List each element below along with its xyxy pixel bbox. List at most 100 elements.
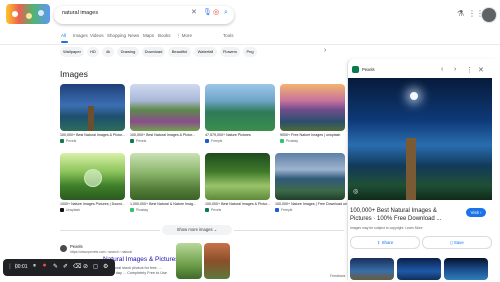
image-source-label: Pixabay	[136, 208, 149, 212]
image-caption[interactable]: 100,000+ Nature Images | Free Download o…	[275, 202, 347, 206]
shapes-icon[interactable]: ◻	[93, 263, 98, 270]
related-image[interactable]	[350, 258, 394, 280]
result-thumbnail[interactable]	[176, 243, 202, 279]
chip-waterfall[interactable]: Waterfall	[194, 47, 217, 57]
chip-wallpaper[interactable]: Wallpaper	[60, 47, 84, 57]
result-site-name[interactable]: Pexels	[70, 244, 83, 249]
image-source[interactable]: Freepik	[205, 139, 222, 144]
image-result[interactable]	[205, 153, 270, 200]
source-icon	[205, 208, 209, 213]
recording-timer: 00:01	[15, 264, 28, 270]
mic-icon[interactable]: 🎙	[203, 8, 212, 18]
image-source[interactable]: Pexels	[205, 208, 222, 213]
source-icon	[275, 208, 279, 213]
pause-icon[interactable]: ⏸	[33, 263, 36, 270]
feedback-link[interactable]: Feedback	[330, 274, 345, 278]
image-source-label: Pexels	[66, 139, 77, 143]
image-source-label: Pexels	[136, 139, 147, 143]
divider	[60, 230, 160, 231]
image-result[interactable]	[275, 153, 345, 200]
image-source[interactable]: Pexels	[130, 139, 147, 144]
source-icon	[60, 139, 64, 144]
image-source-label: Pexels	[211, 208, 222, 212]
show-more-images-button[interactable]: Show more images ⌄	[162, 225, 232, 235]
image-result[interactable]	[205, 84, 275, 131]
chip-4k[interactable]: 4k	[102, 47, 114, 57]
related-image[interactable]	[444, 258, 488, 280]
chevron-right-icon[interactable]: ›	[324, 47, 326, 54]
image-result[interactable]	[60, 84, 125, 131]
image-source[interactable]: Pexels	[60, 139, 77, 144]
chip-beautiful[interactable]: Beautiful	[168, 47, 191, 57]
chip-flowers[interactable]: Flowers	[220, 47, 240, 57]
brush-icon[interactable]: ✐	[63, 263, 68, 270]
show-more-label: Show more images	[176, 227, 213, 232]
pen-icon[interactable]: ✎	[53, 263, 58, 270]
result-thumbnail[interactable]	[204, 243, 230, 279]
settings-icon[interactable]: ⚙	[103, 263, 108, 270]
result-url[interactable]: https://www.pexels.com › search › natura…	[70, 250, 132, 254]
tab-all[interactable]: All	[61, 33, 66, 38]
image-source[interactable]: Freepik	[275, 208, 292, 213]
tools-button[interactable]: Tools	[223, 33, 234, 38]
tab-more[interactable]: ⋮ More	[176, 33, 192, 39]
visit-button[interactable]: Visit ›	[466, 208, 486, 217]
tab-shopping[interactable]: Shopping	[107, 33, 126, 38]
tab-maps[interactable]: Maps	[143, 33, 154, 38]
image-source[interactable]: Unsplash	[60, 208, 80, 213]
avatar[interactable]	[481, 7, 497, 23]
images-section-title: Images	[60, 69, 88, 79]
source-icon	[130, 208, 134, 213]
image-result[interactable]	[60, 153, 125, 200]
tab-more-label: More	[181, 33, 193, 38]
image-caption[interactable]: 47,579,000+ Nature Pictures	[205, 133, 271, 137]
image-source-label: Pixabay	[286, 139, 299, 143]
search-input[interactable]: natural images	[62, 10, 98, 16]
clear-icon[interactable]: ✕	[191, 8, 197, 18]
active-tab-indicator	[61, 41, 68, 43]
image-caption[interactable]: 1,000,000+ Best Natural & Nature Imag...	[130, 202, 196, 206]
tab-images[interactable]: Images	[73, 33, 88, 38]
image-caption[interactable]: 100,000+ Best Natural Images & Pictur...	[205, 202, 271, 206]
search-icon[interactable]: ⌕	[224, 8, 228, 18]
image-result[interactable]	[130, 153, 200, 200]
more-options-icon[interactable]: ⋮	[85, 71, 90, 77]
panel-title[interactable]: 100,000+ Best Natural Images & Pictures …	[350, 207, 460, 223]
lens-icon[interactable]: ◎	[213, 8, 219, 18]
chip-hd[interactable]: HD	[87, 47, 99, 57]
image-caption[interactable]: 1000+ Nature Images Pictures | Downl...	[60, 202, 126, 206]
eraser-icon[interactable]: ⊘	[83, 263, 88, 270]
google-logo-doodle[interactable]	[6, 4, 50, 24]
chip-drawing[interactable]: Drawing	[117, 47, 139, 57]
image-source[interactable]: Pixabay	[130, 208, 149, 213]
image-source[interactable]: Pixabay	[280, 139, 299, 144]
labs-icon[interactable]: ⚗	[457, 9, 464, 18]
chip-png[interactable]: Png	[243, 47, 257, 57]
save-label: Save	[453, 240, 464, 245]
chevron-left-icon[interactable]: ‹	[441, 66, 443, 73]
related-image[interactable]	[397, 258, 441, 280]
panel-source-name[interactable]: Pexels	[362, 67, 375, 72]
preview-image[interactable]: ◎	[348, 78, 492, 200]
close-icon[interactable]: ✕	[478, 66, 484, 74]
highlighter-icon[interactable]: ⌫	[73, 263, 81, 270]
chevron-right-icon[interactable]: ›	[454, 66, 456, 73]
image-result[interactable]	[130, 84, 200, 131]
image-caption[interactable]: 100,000+ Best Natural Images & Pictur...	[60, 133, 126, 137]
tab-videos[interactable]: Videos	[90, 33, 104, 38]
save-button[interactable]: ▯ Save	[422, 236, 492, 249]
share-button[interactable]: ⇪ Share	[350, 236, 420, 249]
chip-download[interactable]: Download	[142, 47, 165, 57]
source-icon	[60, 208, 64, 213]
stop-icon[interactable]: ⏺	[43, 263, 46, 270]
tab-books[interactable]: Books	[158, 33, 171, 38]
more-options-icon[interactable]: ⋮	[466, 66, 473, 74]
tab-divider	[0, 44, 500, 45]
tab-news[interactable]: News	[128, 33, 139, 38]
lens-icon[interactable]: ◎	[353, 188, 358, 195]
image-caption[interactable]: 9000+ Free Nature Images | unsplash	[280, 133, 346, 137]
image-result[interactable]	[280, 84, 345, 131]
divider	[234, 230, 344, 231]
source-icon	[280, 139, 284, 144]
image-caption[interactable]: 100,000+ Best Natural Images & Pictur...	[130, 133, 196, 137]
